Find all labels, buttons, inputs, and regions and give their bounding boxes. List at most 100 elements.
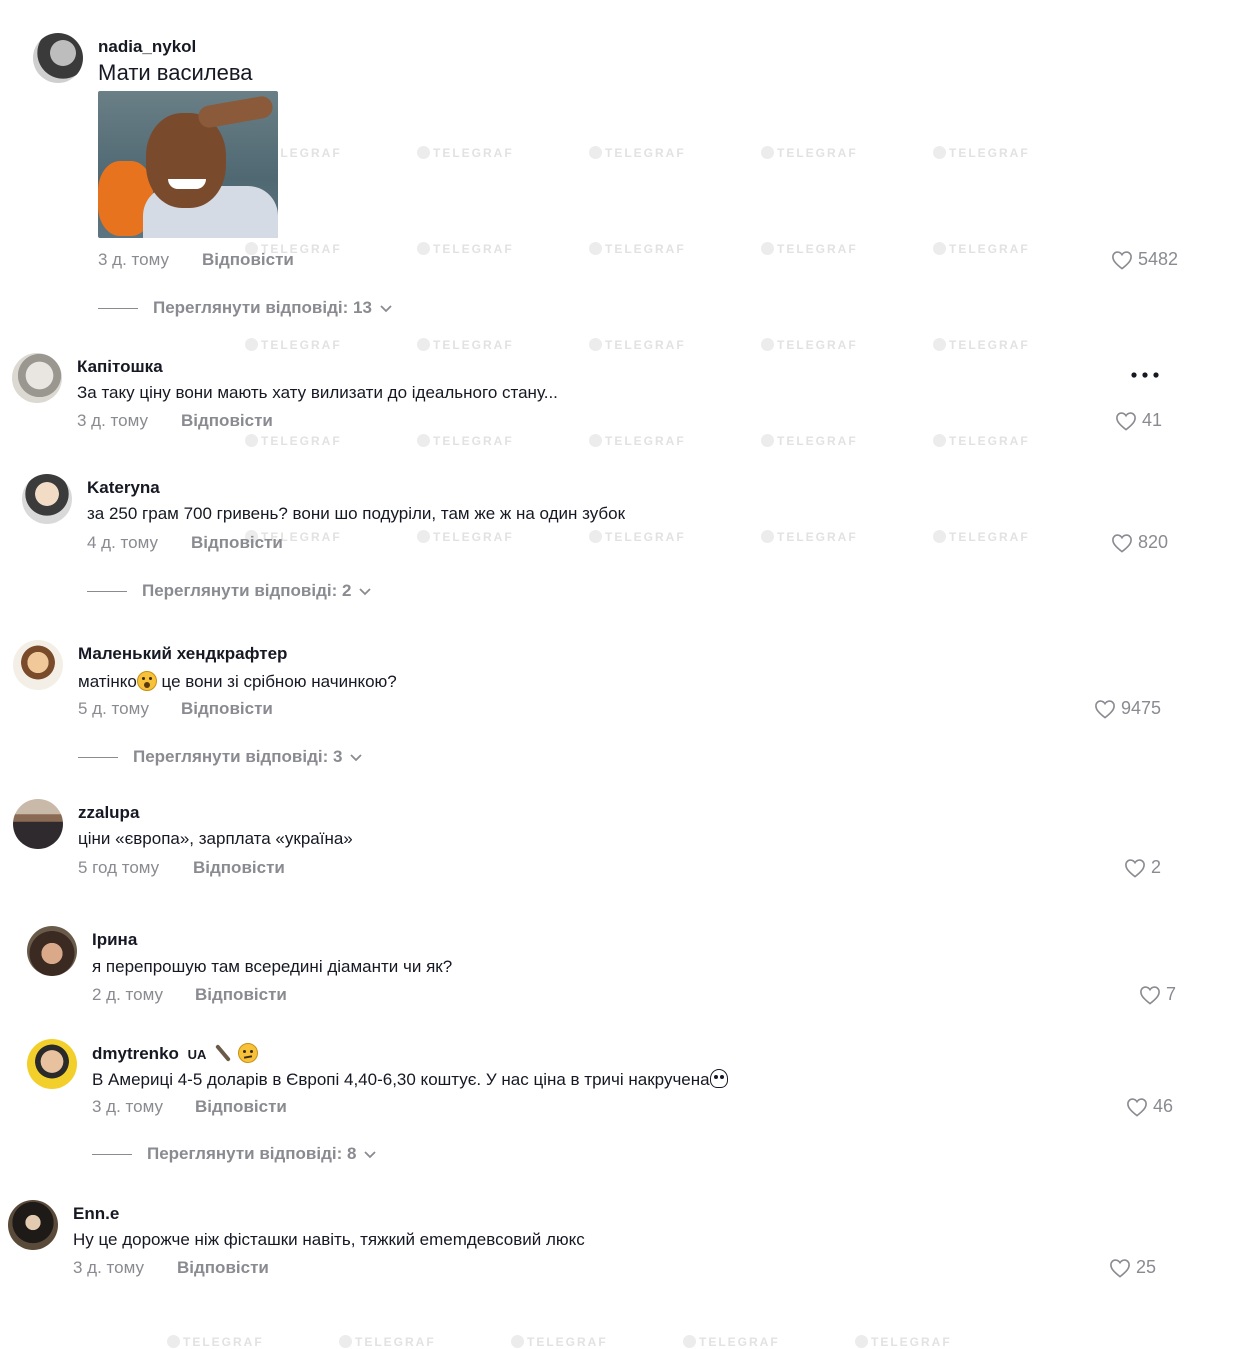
view-replies-label: Переглянути відповіді: 8 (147, 1144, 357, 1163)
avatar[interactable] (27, 1039, 77, 1089)
like-count: 7 (1166, 984, 1177, 1004)
comment-username[interactable]: Ірина (92, 930, 137, 950)
avatar[interactable] (8, 1200, 58, 1250)
watermark: TELEGRAF (761, 338, 858, 352)
view-replies-button[interactable]: Переглянути відповіді: 13 (98, 298, 392, 318)
comment-time: 3 д. тому (92, 1097, 163, 1116)
comment-time: 2 д. тому (92, 985, 163, 1004)
hushed-face-icon (136, 671, 157, 691)
chevron-down-icon (359, 581, 372, 601)
heart-icon (1125, 858, 1145, 878)
avatar[interactable] (27, 926, 77, 976)
watermark: TELEGRAF (933, 146, 1030, 160)
watermark: TELEGRAF (589, 338, 686, 352)
avatar[interactable] (12, 353, 62, 403)
watermark: TELEGRAF (167, 1335, 264, 1349)
reply-button[interactable]: Відповісти (195, 1097, 287, 1117)
comment-text: матінко це вони зі срібною начинкою? (78, 671, 397, 692)
like-button[interactable]: 46 (1126, 1096, 1173, 1117)
comment-text-start: матінко (78, 672, 137, 691)
avatar[interactable] (33, 33, 83, 83)
watermark: TELEGRAF (855, 1335, 952, 1349)
watermark: TELEGRAF (589, 146, 686, 160)
like-button[interactable]: 820 (1111, 532, 1168, 553)
comment-username: dmytrenko UA (92, 1043, 258, 1064)
watermark: TELEGRAF (511, 1335, 608, 1349)
comment-username[interactable]: zzalupa (78, 803, 139, 823)
like-button[interactable]: 7 (1139, 984, 1176, 1005)
comment-text: я перепрошую там всередині діаманти чи я… (92, 957, 453, 976)
comment-username[interactable]: Kateryna (87, 478, 160, 498)
watermark: TELEGRAF (417, 338, 514, 352)
comment-text: ціни «європа», зарплата «україна» (78, 829, 353, 848)
like-button[interactable]: 5482 (1111, 249, 1178, 270)
like-count: 46 (1153, 1096, 1174, 1116)
like-count: 5482 (1138, 249, 1179, 269)
reply-button[interactable]: Відповісти (191, 533, 283, 553)
like-count: 2 (1151, 857, 1162, 877)
heart-icon (1127, 1097, 1147, 1117)
view-replies-button[interactable]: Переглянути відповіді: 3 (78, 747, 363, 767)
comment-username[interactable]: nadia_nykol (98, 37, 196, 57)
chevron-down-icon (364, 1144, 377, 1164)
divider-line (98, 307, 138, 309)
like-button[interactable]: 41 (1115, 410, 1162, 431)
heart-icon (1112, 533, 1132, 553)
divider-line (87, 590, 127, 592)
watermark: TELEGRAF (933, 338, 1030, 352)
watermark: TELEGRAF (245, 338, 342, 352)
comment-username-text[interactable]: dmytrenko (92, 1044, 179, 1063)
view-replies-button[interactable]: Переглянути відповіді: 8 (92, 1144, 377, 1164)
like-button[interactable]: 9475 (1094, 698, 1161, 719)
comment-text: за 250 грам 700 гривень? вони шо подуріл… (87, 504, 626, 523)
comment-username[interactable]: Enn.e (73, 1204, 119, 1224)
more-options-icon[interactable] (1131, 365, 1159, 383)
like-count: 41 (1142, 410, 1163, 430)
divider-line (78, 756, 118, 758)
watermark: TELEGRAF (933, 434, 1030, 448)
comment-time: 5 д. тому (78, 699, 149, 718)
watermark: TELEGRAF (417, 146, 514, 160)
watermark: TELEGRAF (761, 434, 858, 448)
reply-button[interactable]: Відповісти (193, 858, 285, 878)
watermark: TELEGRAF (417, 242, 514, 256)
like-count: 9475 (1121, 698, 1162, 718)
feather-icon (215, 1044, 232, 1062)
avatar[interactable] (13, 640, 63, 690)
skull-icon (709, 1069, 728, 1088)
watermark: TELEGRAF (683, 1335, 780, 1349)
view-replies-button[interactable]: Переглянути відповіді: 2 (87, 581, 372, 601)
comment-time: 3 д. тому (77, 411, 148, 430)
reply-button[interactable]: Відповісти (181, 411, 273, 431)
watermark: TELEGRAF (761, 146, 858, 160)
reply-button[interactable]: Відповісти (177, 1258, 269, 1278)
watermark: TELEGRAF (417, 434, 514, 448)
avatar[interactable] (22, 474, 72, 524)
comment-text-end: це вони зі срібною начинкою? (156, 672, 397, 691)
reply-button[interactable]: Відповісти (202, 250, 294, 270)
comment-time: 3 д. тому (98, 250, 169, 269)
watermark: TELEGRAF (339, 1335, 436, 1349)
like-count: 25 (1136, 1257, 1157, 1277)
heart-icon (1110, 1258, 1130, 1278)
chevron-down-icon (350, 747, 363, 767)
like-button[interactable]: 25 (1109, 1257, 1156, 1278)
comment-username[interactable]: Капітошка (77, 357, 163, 377)
comment-time: 4 д. тому (87, 533, 158, 552)
like-button[interactable]: 2 (1124, 857, 1161, 878)
heart-icon (1095, 699, 1115, 719)
watermark: TELEGRAF (933, 530, 1030, 544)
watermark: TELEGRAF (933, 242, 1030, 256)
like-count: 820 (1138, 532, 1169, 552)
view-replies-label: Переглянути відповіді: 13 (153, 298, 372, 317)
comment-username[interactable]: Маленький хендкрафтер (78, 644, 287, 664)
comment-gif[interactable] (98, 91, 278, 238)
reply-button[interactable]: Відповісти (195, 985, 287, 1005)
comment-time: 5 год тому (78, 858, 160, 877)
comment-text: Ну це дорожче ніж фісташки навіть, тяжки… (73, 1230, 585, 1249)
comment-text-body: В Америці 4-5 доларів в Європі 4,40-6,30… (92, 1070, 710, 1089)
reply-button[interactable]: Відповісти (181, 699, 273, 719)
divider-line (92, 1153, 132, 1155)
watermark: TELEGRAF (417, 530, 514, 544)
avatar[interactable] (13, 799, 63, 849)
